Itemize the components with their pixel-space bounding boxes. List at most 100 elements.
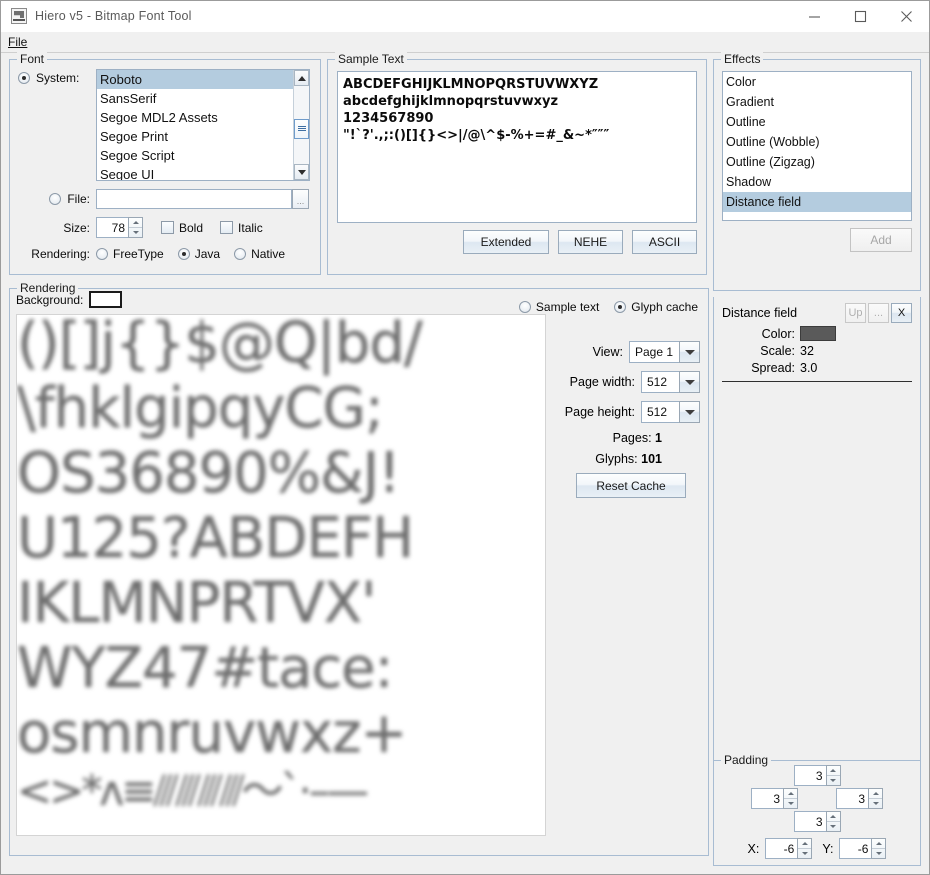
page-width-value[interactable]: 512 [641,371,679,393]
increment-icon[interactable] [798,839,811,849]
list-item[interactable]: Distance field [723,192,911,212]
increment-icon[interactable] [784,789,797,799]
close-button[interactable] [883,1,929,31]
extended-button[interactable]: Extended [463,230,549,254]
size-decrement-icon[interactable] [129,228,142,238]
padding-x-arrows[interactable] [797,838,812,859]
padding-x-stepper[interactable]: -6 [765,838,812,859]
decrement-icon[interactable] [869,799,882,809]
font-size-input[interactable]: 78 [96,217,128,238]
bold-checkbox[interactable] [161,221,174,234]
effect-remove-button[interactable]: X [891,303,912,323]
scrollbar-track[interactable] [294,86,309,164]
file-font-radio[interactable] [49,193,61,205]
decrement-icon[interactable] [784,799,797,809]
padding-left-arrows[interactable] [783,788,798,809]
font-size-arrows[interactable] [128,217,143,238]
font-list-scrollbar[interactable] [293,70,309,180]
sample-text-area[interactable]: ABCDEFGHIJKLMNOPQRSTUVWXYZ abcdefghijklm… [337,71,697,223]
padding-top-arrows[interactable] [826,765,841,786]
page-height-value[interactable]: 512 [641,401,679,423]
scroll-down-icon[interactable] [294,164,309,180]
list-item[interactable]: Color [723,72,911,92]
system-font-label: System: [36,71,79,85]
bold-label: Bold [179,221,203,235]
chevron-down-icon[interactable] [679,401,700,423]
effect-properties-divider [722,381,912,382]
padding-y-stepper[interactable]: -6 [839,838,886,859]
ascii-button[interactable]: ASCII [632,230,697,254]
padding-y-arrows[interactable] [871,838,886,859]
list-item[interactable]: SansSerif [97,89,309,108]
list-item[interactable]: Segoe MDL2 Assets [97,108,309,127]
effect-spread-value[interactable]: 3.0 [800,361,817,375]
italic-checkbox[interactable] [220,221,233,234]
padding-left-input[interactable]: 3 [751,788,783,809]
rendering-freetype-radio[interactable] [96,248,108,260]
padding-bottom-input[interactable]: 3 [794,811,826,832]
list-item[interactable]: Roboto [97,70,309,89]
system-font-radio[interactable] [18,72,30,84]
list-item[interactable]: Outline (Wobble) [723,132,911,152]
rendering-java-label: Java [195,247,220,261]
view-select[interactable]: Page 1 [629,341,700,363]
increment-icon[interactable] [827,766,840,776]
file-font-label: File: [67,192,90,206]
system-font-list[interactable]: Roboto SansSerif Segoe MDL2 Assets Segoe… [96,69,310,181]
scrollbar-thumb[interactable] [294,119,309,139]
rendering-java-radio[interactable] [178,248,190,260]
font-size-stepper[interactable]: 78 [96,217,143,238]
minimize-button[interactable] [791,1,837,31]
view-select-value[interactable]: Page 1 [629,341,679,363]
increment-icon[interactable] [869,789,882,799]
chevron-down-icon[interactable] [679,341,700,363]
padding-right-arrows[interactable] [868,788,883,809]
list-item[interactable]: Shadow [723,172,911,192]
background-color-swatch[interactable] [89,291,122,308]
decrement-icon[interactable] [827,776,840,786]
page-height-select[interactable]: 512 [641,401,700,423]
page-width-select[interactable]: 512 [641,371,700,393]
list-item[interactable]: Segoe Print [97,127,309,146]
list-item[interactable]: Outline (Zigzag) [723,152,911,172]
padding-bottom-stepper[interactable]: 3 [794,811,841,832]
reset-cache-button[interactable]: Reset Cache [576,473,686,498]
glyph-cache-canvas[interactable]: ()[]j{}$@Q|bd/ \fhklgipqyCG; OS36890%&J!… [16,314,546,836]
list-item[interactable]: Outline [723,112,911,132]
effect-options-button[interactable]: ... [868,303,889,323]
maximize-button[interactable] [837,1,883,31]
list-item[interactable]: Segoe Script [97,146,309,165]
glyph-cache-mode-radio[interactable] [614,301,626,313]
padding-left-stepper[interactable]: 3 [751,788,798,809]
decrement-icon[interactable] [798,849,811,859]
padding-y-input[interactable]: -6 [839,838,871,859]
padding-right-stepper[interactable]: 3 [836,788,883,809]
rendering-native-radio[interactable] [234,248,246,260]
scroll-up-icon[interactable] [294,70,309,86]
menu-file[interactable]: File [1,33,33,51]
add-effect-button[interactable]: Add [850,228,912,252]
size-increment-icon[interactable] [129,218,142,228]
nehe-button[interactable]: NEHE [558,230,623,254]
chevron-down-icon[interactable] [679,371,700,393]
padding-bottom-arrows[interactable] [826,811,841,832]
effect-move-up-button[interactable]: Up [845,303,866,323]
font-file-input[interactable] [96,189,292,209]
sample-text-mode-radio[interactable] [519,301,531,313]
padding-top-stepper[interactable]: 3 [794,765,841,786]
effect-color-swatch[interactable] [800,326,836,341]
font-file-browse-button[interactable]: ... [292,189,309,209]
increment-icon[interactable] [827,812,840,822]
padding-top-input[interactable]: 3 [794,765,826,786]
padding-right-input[interactable]: 3 [836,788,868,809]
list-item[interactable]: Segoe UI [97,165,309,181]
padding-x-input[interactable]: -6 [765,838,797,859]
decrement-icon[interactable] [827,822,840,832]
increment-icon[interactable] [872,839,885,849]
sample-text-legend: Sample Text [335,52,407,66]
list-item[interactable]: Gradient [723,92,911,112]
effect-scale-value[interactable]: 32 [800,344,814,358]
decrement-icon[interactable] [872,849,885,859]
effects-list[interactable]: Color Gradient Outline Outline (Wobble) … [722,71,912,221]
effect-color-row: Color: [722,326,912,341]
